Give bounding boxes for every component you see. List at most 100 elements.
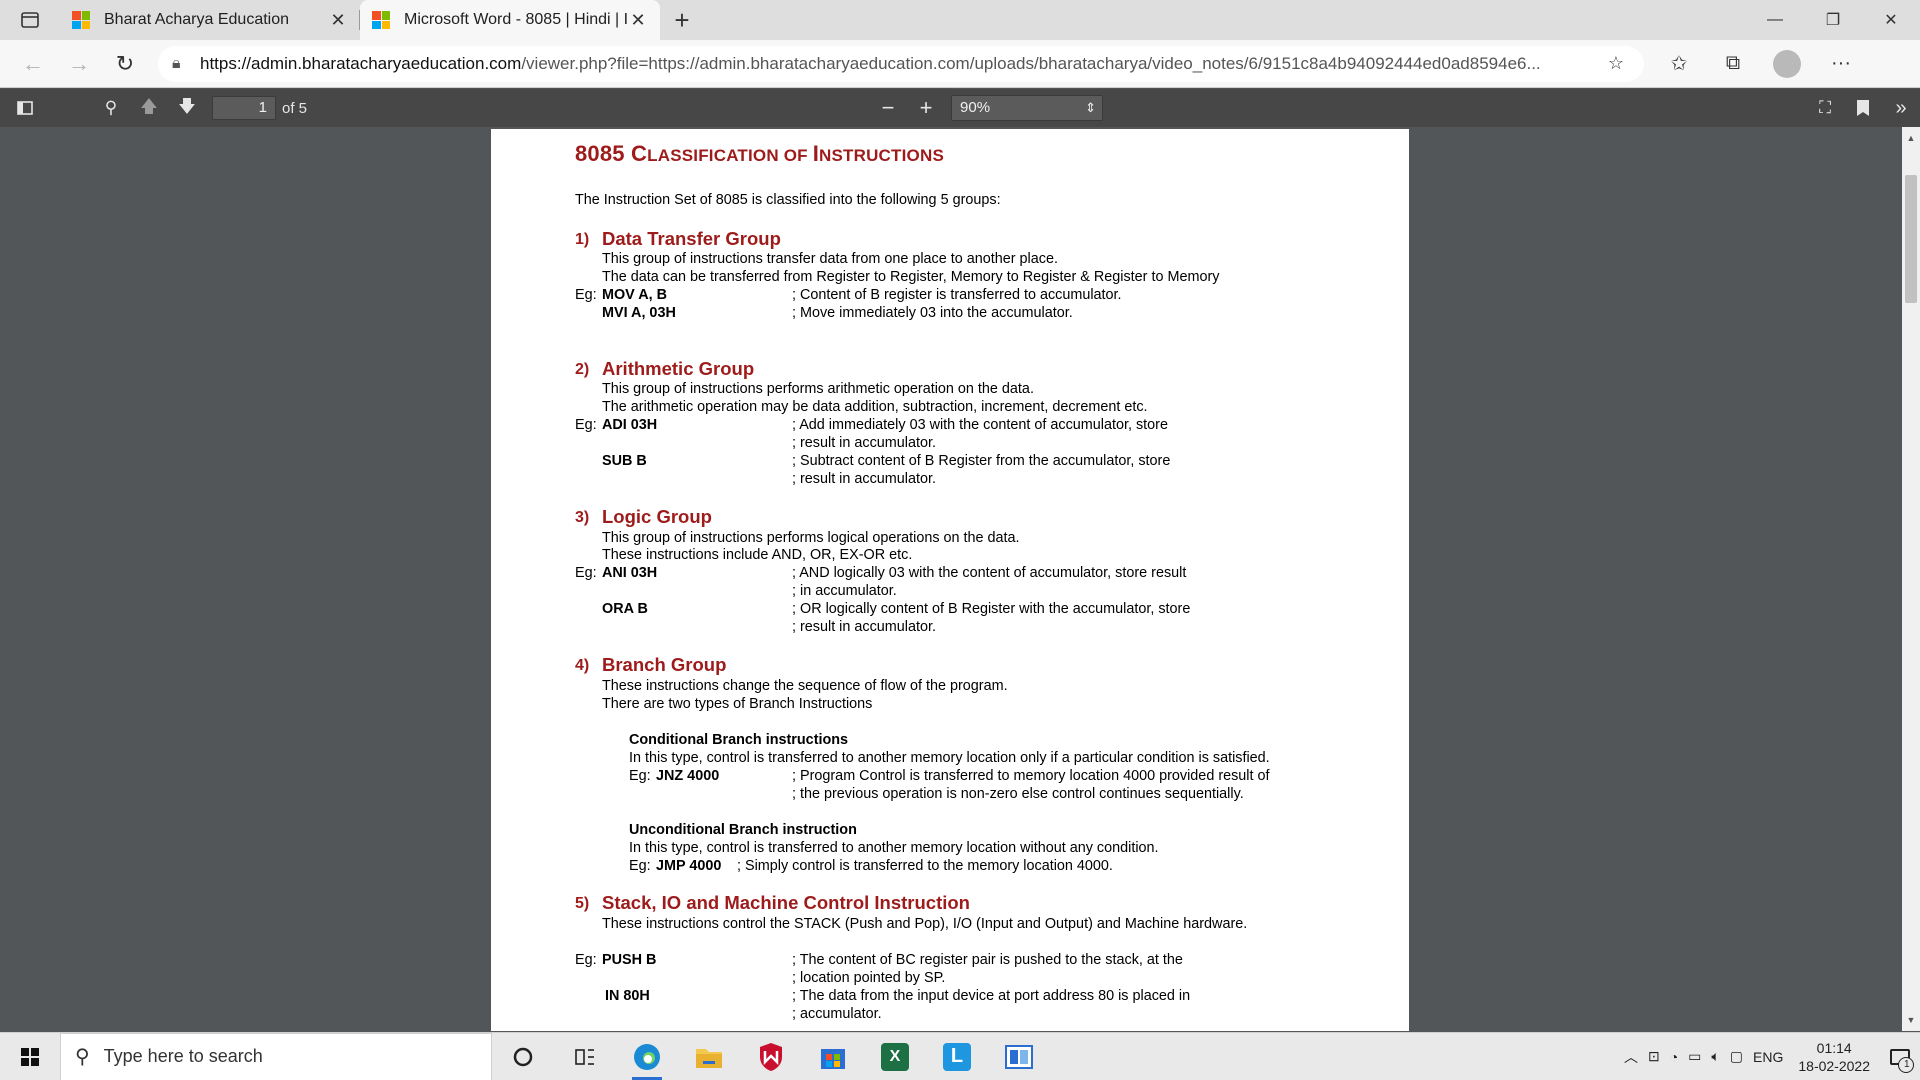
previous-page-icon[interactable]: 🡅 [130, 92, 168, 124]
clock-time: 01:14 [1816, 1039, 1852, 1056]
eg-label: Eg: [575, 417, 597, 433]
group-text: This group of instructions transfer data… [602, 251, 1058, 267]
instruction-comment: ; Add immediately 03 with the content of… [792, 417, 1168, 433]
page-number-input[interactable]: 1 [212, 96, 276, 120]
zoom-select[interactable]: 90% [951, 95, 1104, 121]
edge-taskbar-button[interactable] [616, 1033, 678, 1080]
subsection-heading: Conditional Branch instructions [629, 732, 849, 748]
group-text: These instructions include AND, OR, EX-O… [602, 547, 913, 563]
document-viewer[interactable]: 8085 CLASSIFICATION OF INSTRUCTIONS The … [0, 127, 1902, 1031]
excel-icon: X [881, 1042, 909, 1071]
instruction-comment: ; Content of B register is transferred t… [792, 287, 1122, 303]
scrollbar-thumb[interactable] [1905, 175, 1917, 303]
address-toolbar: ← → ↻ 🔒︎ https://admin.bharatacharyaeduc… [0, 40, 1920, 88]
zoom-in-button[interactable]: + [907, 92, 945, 124]
tab-title: Microsoft Word - 8085 | Hindi | I [404, 11, 628, 28]
language-indicator[interactable]: ENG [1748, 1049, 1788, 1065]
minimize-icon[interactable]: — [1746, 0, 1804, 40]
instruction-comment: ; Move immediately 03 into the accumulat… [792, 305, 1073, 321]
next-page-icon[interactable]: 🡇 [168, 92, 206, 124]
address-bar[interactable]: 🔒︎ https://admin.bharatacharyaeducation.… [158, 45, 1644, 82]
search-placeholder: Type here to search [103, 1046, 263, 1066]
meet-now-icon[interactable]: ▢ [1725, 1048, 1748, 1065]
group-text: The arithmetic operation may be data add… [602, 399, 1148, 415]
scroll-up-icon[interactable]: ▲ [1902, 129, 1920, 147]
notifications-button[interactable]: 1 [1880, 1033, 1920, 1080]
group-heading: Branch Group [602, 654, 727, 675]
store-icon [821, 1048, 845, 1069]
avatar [1773, 49, 1801, 78]
back-button[interactable]: ← [10, 44, 56, 84]
instruction-comment: ; The data from the input device at port… [792, 988, 1191, 1004]
close-tab-icon[interactable]: ✕ [628, 10, 648, 31]
group-heading: Logic Group [602, 506, 712, 527]
group-text: This group of instructions performs arit… [602, 381, 1034, 397]
file-explorer-button[interactable] [678, 1033, 740, 1080]
find-icon[interactable]: ⚲ [92, 92, 130, 124]
task-view-button[interactable] [554, 1033, 616, 1080]
group-text: There are two types of Branch Instructio… [602, 696, 873, 712]
instruction: ANI 03H [602, 565, 658, 581]
group-heading: Arithmetic Group [602, 358, 755, 379]
instruction: SUB B [602, 453, 647, 469]
add-favorite-icon[interactable]: ☆ [1602, 53, 1630, 74]
tab-actions-icon [21, 12, 39, 28]
show-hidden-icons-icon[interactable]: ︿ [1619, 1047, 1643, 1067]
profile-button[interactable] [1760, 44, 1814, 84]
close-window-icon[interactable]: ✕ [1862, 0, 1920, 40]
microsoft-favicon-icon [72, 11, 90, 29]
battery-icon[interactable]: ▭ [1683, 1048, 1706, 1065]
favorites-icon[interactable]: ✩ [1652, 44, 1706, 84]
wifi-icon[interactable]: ◔ [1665, 1049, 1683, 1065]
taskbar-search[interactable]: ⚲ Type here to search [60, 1032, 492, 1080]
instruction-comment: ; accumulator. [792, 1006, 882, 1022]
refresh-button[interactable]: ↻ [102, 44, 148, 84]
system-tray: ︿ ⊡ ◔ ▭ 🔈︎ ▢ ENG 01:14 18-02-2022 1 [1619, 1033, 1920, 1080]
restore-icon[interactable]: ❐ [1804, 0, 1862, 40]
new-tab-button[interactable]: + [660, 0, 704, 40]
instruction: IN 80H [605, 988, 650, 1004]
close-tab-icon[interactable]: ✕ [328, 10, 348, 31]
vertical-scrollbar[interactable]: ▲ ▼ [1902, 127, 1920, 1031]
bookmark-button[interactable] [1844, 92, 1882, 124]
group-text: In this type, control is transferred to … [629, 750, 1270, 766]
forward-button[interactable]: → [56, 44, 102, 84]
scroll-down-icon[interactable]: ▼ [1902, 1011, 1920, 1029]
more-menu-icon[interactable]: ··· [1814, 44, 1868, 84]
tab-bharat-acharya[interactable]: Bharat Acharya Education ✕ [60, 0, 360, 40]
l-app-button[interactable]: L [926, 1033, 988, 1080]
group-heading: Stack, IO and Machine Control Instructio… [602, 892, 970, 913]
volume-icon[interactable]: 🔈︎ [1706, 1048, 1724, 1065]
window-controls: — ❐ ✕ [1746, 0, 1920, 40]
instruction-comment: ; in accumulator. [792, 583, 897, 599]
presentation-mode-icon[interactable]: ⛶ [1806, 92, 1844, 124]
clock[interactable]: 01:14 18-02-2022 [1788, 1039, 1880, 1075]
tools-chevron-icon[interactable]: » [1882, 92, 1920, 124]
instruction-comment: ; Program Control is transferred to memo… [792, 768, 1270, 784]
mcafee-button[interactable] [740, 1033, 802, 1080]
tab-actions-button[interactable] [0, 0, 60, 40]
windows-icon [21, 1047, 39, 1066]
excel-button[interactable]: X [864, 1033, 926, 1080]
sidebar-toggle-icon[interactable] [6, 92, 44, 124]
cortana-button[interactable] [492, 1033, 554, 1080]
page-title: 8085 CLASSIFICATION OF INSTRUCTIONS [575, 141, 944, 166]
eg-label: Eg: [629, 768, 651, 784]
page-count: of 5 [282, 99, 308, 117]
network-status-icon[interactable]: ⊡ [1643, 1048, 1665, 1065]
zoom-out-button[interactable]: − [869, 92, 907, 124]
tab-bar: Bharat Acharya Education ✕ Microsoft Wor… [0, 0, 1920, 40]
shield-icon [760, 1042, 782, 1071]
store-button[interactable] [802, 1033, 864, 1080]
start-button[interactable] [0, 1033, 60, 1080]
instruction-comment: ; the previous operation is non-zero els… [792, 786, 1244, 802]
lock-icon[interactable]: 🔒︎ [172, 55, 200, 73]
eg-label: Eg: [575, 952, 597, 968]
eg-label: Eg: [575, 287, 597, 303]
tab-microsoft-word[interactable]: Microsoft Word - 8085 | Hindi | I ✕ [360, 0, 660, 40]
edge-icon [634, 1043, 660, 1070]
instruction: JNZ 4000 [656, 768, 720, 784]
window-app-button[interactable] [988, 1033, 1050, 1080]
collections-icon[interactable]: ⧉ [1706, 44, 1760, 84]
group-text: In this type, control is transferred to … [629, 840, 1159, 856]
